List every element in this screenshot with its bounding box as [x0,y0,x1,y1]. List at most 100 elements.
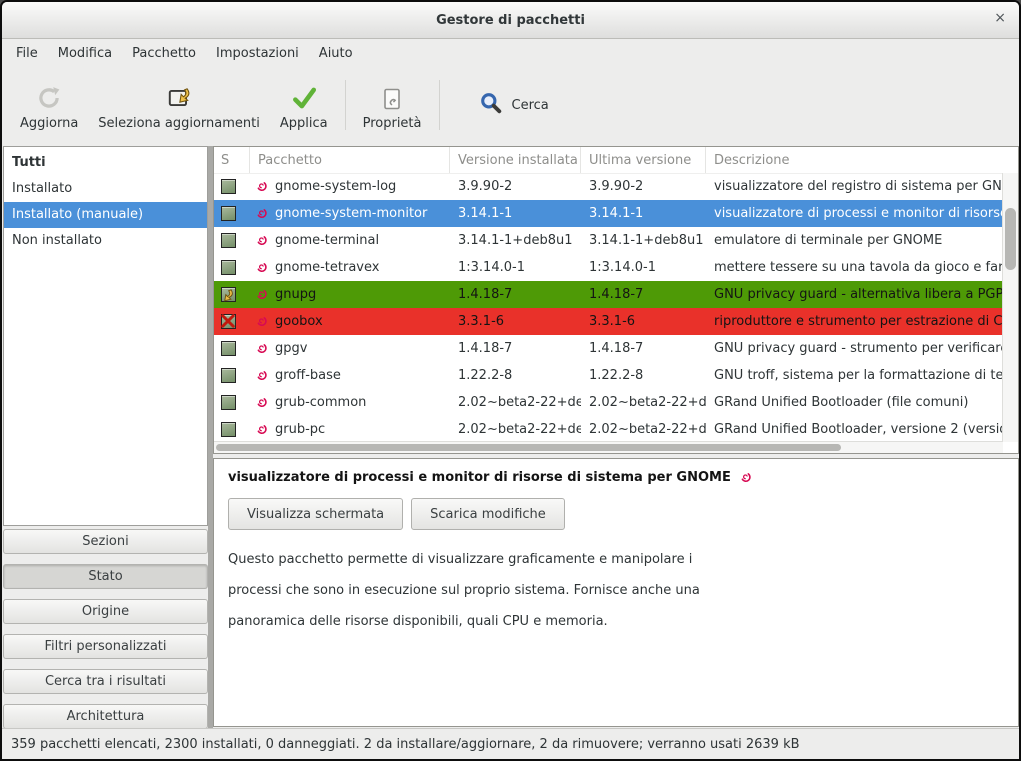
view-button[interactable]: Filtri personalizzati [3,634,208,659]
menu-item[interactable]: Impostazioni [206,41,309,66]
download-changelog-button[interactable]: Scarica modifiche [411,498,565,530]
installed-checkbox-icon[interactable] [221,395,236,410]
filter-list: TuttiInstallatoInstallato (manuale)Non i… [3,146,208,526]
debian-swirl-icon [739,471,752,484]
description-cell: riproduttore e strumento per estrazione … [706,308,1003,335]
debian-swirl-icon [255,369,268,382]
latest-version-cell: 3.14.1-1+deb8u1 [581,227,706,254]
menu-item[interactable]: Modifica [48,41,122,66]
vertical-scrollbar-thumb[interactable] [1005,208,1016,270]
package-cell: gnupg [250,281,450,308]
filter-list-item[interactable]: Non installato [4,228,207,254]
titlebar[interactable]: Gestore di pacchetti × [2,2,1019,39]
reinstall-arrow-icon [218,289,233,304]
table-row[interactable]: gnome-system-log 3.9.90-2 3.9.90-2 visua… [214,173,1003,200]
installed-checkbox-icon[interactable] [221,314,236,329]
view-button[interactable]: Cerca tra i risultati [3,669,208,694]
installed-checkbox-icon[interactable] [221,179,236,194]
statusbar-text: 359 pacchetti elencati, 2300 installati,… [11,737,800,752]
column-header-latest-version[interactable]: Ultima versione [581,147,706,173]
installed-checkbox-icon[interactable] [221,260,236,275]
horizontal-scrollbar-thumb[interactable] [216,444,841,451]
package-cell: goobox [250,308,450,335]
table-row[interactable]: gnome-system-monitor 3.14.1-1 3.14.1-1 v… [214,200,1003,227]
table-row[interactable]: grub-common 2.02~beta2-22+deb8u1 2.02~be… [214,389,1003,416]
description-cell: GRand Unified Bootloader, versione 2 (ve… [706,416,1003,442]
installed-version-cell: 3.14.1-1 [450,200,581,227]
refresh-button-label: Aggiorna [20,116,78,131]
debian-swirl-icon [255,342,268,355]
table-row[interactable]: gnupg 1.4.18-7 1.4.18-7 GNU privacy guar… [214,281,1003,308]
filter-list-item[interactable]: Installato [4,176,207,202]
table-row[interactable]: gnome-tetravex 1:3.14.0-1 1:3.14.0-1 met… [214,254,1003,281]
search-button[interactable]: Cerca [471,85,557,125]
installed-checkbox-icon[interactable] [221,341,236,356]
properties-icon [380,83,404,111]
view-button[interactable]: Sezioni [3,529,208,554]
view-button[interactable]: Stato [3,564,208,589]
details-description: Questo pacchetto permette di visualizzar… [228,544,1004,637]
view-screenshot-button[interactable]: Visualizza schermata [228,498,403,530]
details-description-line: panoramica delle risorse disponibili, qu… [228,606,1004,637]
column-header-description[interactable]: Descrizione [706,147,1018,173]
column-header-installed-version[interactable]: Versione installata [450,147,581,173]
package-name: groff-base [275,368,341,383]
menu-item[interactable]: File [6,41,48,66]
apply-button[interactable]: Applica [270,75,338,135]
debian-swirl-icon [255,234,268,247]
installed-checkbox-icon[interactable] [221,206,236,221]
toolbar-separator [439,80,440,130]
view-buttons: Sezioni Stato Origine Filtri personalizzati… [3,529,208,739]
package-cell: grub-pc [250,416,450,442]
table-row[interactable]: grub-pc 2.02~beta2-22+deb8u1 2.02~beta2-… [214,416,1003,442]
horizontal-scrollbar[interactable] [214,441,1003,453]
package-name: gnome-tetravex [275,260,379,275]
description-cell: GNU privacy guard - strumento per verifi… [706,335,1003,362]
package-name: gpgv [275,341,307,356]
installed-checkbox-icon[interactable] [221,422,236,437]
mark-upgrades-button[interactable]: Seleziona aggiornamenti [88,75,270,135]
package-cell: gnome-system-log [250,173,450,200]
apply-check-icon [291,83,317,111]
menu-item[interactable]: Aiuto [309,41,363,66]
view-button[interactable]: Origine [3,599,208,624]
table-rows: gnome-system-log 3.9.90-2 3.9.90-2 visua… [214,173,1003,442]
view-button[interactable]: Architettura [3,704,208,729]
debian-swirl-icon [255,396,268,409]
package-table: S Pacchetto Versione installata Ultima v… [213,146,1019,454]
statusbar: 359 pacchetti elencati, 2300 installati,… [2,728,1019,759]
latest-version-cell: 3.14.1-1 [581,200,706,227]
package-cell: gnome-tetravex [250,254,450,281]
installed-checkbox-icon[interactable] [221,233,236,248]
details-description-line: Questo pacchetto permette di visualizzar… [228,544,1004,575]
properties-button[interactable]: Proprietà [353,75,432,135]
latest-version-cell: 3.9.90-2 [581,173,706,200]
window-title: Gestore di pacchetti [436,13,585,28]
table-row[interactable]: gpgv 1.4.18-7 1.4.18-7 GNU privacy guard… [214,335,1003,362]
description-cell: GNU troff, sistema per la formattazione … [706,362,1003,389]
vertical-scrollbar[interactable] [1002,173,1018,442]
installed-version-cell: 3.3.1-6 [450,308,581,335]
refresh-button[interactable]: Aggiorna [10,75,88,135]
table-header: S Pacchetto Versione installata Ultima v… [214,147,1018,174]
installed-version-cell: 1.22.2-8 [450,362,581,389]
filter-list-item[interactable]: Installato (manuale) [4,202,207,228]
close-icon[interactable]: × [994,11,1006,25]
installed-checkbox-icon[interactable] [221,287,236,302]
installed-version-cell: 2.02~beta2-22+deb8u1 [450,389,581,416]
filter-list-item[interactable]: Tutti [4,150,207,176]
latest-version-cell: 2.02~beta2-22+deb8u1 [581,389,706,416]
properties-button-label: Proprietà [363,116,422,131]
debian-swirl-icon [255,207,268,220]
column-header-status[interactable]: S [214,147,250,173]
menu-item[interactable]: Pacchetto [122,41,206,66]
details-description-line: processi che sono in esecuzione sul prop… [228,575,1004,606]
column-header-package[interactable]: Pacchetto [250,147,450,173]
remove-x-icon [220,313,236,329]
table-row[interactable]: gnome-terminal 3.14.1-1+deb8u1 3.14.1-1+… [214,227,1003,254]
installed-version-cell: 1:3.14.0-1 [450,254,581,281]
table-row[interactable]: goobox 3.3.1-6 3.3.1-6 riproduttore e st… [214,308,1003,335]
installed-checkbox-icon[interactable] [221,368,236,383]
table-row[interactable]: groff-base 1.22.2-8 1.22.2-8 GNU troff, … [214,362,1003,389]
description-cell: GRand Unified Bootloader (file comuni) [706,389,1003,416]
